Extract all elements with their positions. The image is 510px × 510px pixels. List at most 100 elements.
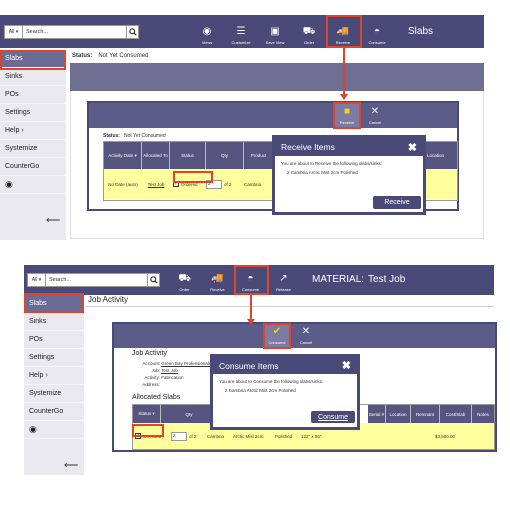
sliders-icon: ☰ <box>236 26 246 37</box>
close-icon: ✕ <box>370 106 380 117</box>
inner-cancel-button[interactable]: ✕ Cancel <box>294 324 318 348</box>
sidebar-item-settings[interactable]: Settings <box>0 104 66 122</box>
sidebar-item-settings[interactable]: Settings <box>24 349 84 367</box>
row-product: Cambria <box>244 181 262 187</box>
row-date: No Date (auto) <box>108 181 138 187</box>
slabs-highlight-2 <box>24 293 84 313</box>
sidebar-item-countergo[interactable]: CounterGo <box>0 158 66 176</box>
sidebar-item-sinks[interactable]: Sinks <box>0 68 66 86</box>
inner-toolbar: ■ Receive ✕ Cancel <box>89 103 457 128</box>
search-input[interactable]: Search... <box>23 29 126 35</box>
modal-receive-button[interactable]: Receive <box>373 196 421 209</box>
inner-cancel-button[interactable]: ✕ Cancel <box>363 103 387 128</box>
collapse-arrow-icon[interactable]: ⟵ <box>64 460 78 471</box>
search-input-2[interactable]: Search... <box>46 277 147 283</box>
cart-icon: ⛟ <box>178 273 191 284</box>
search-icon[interactable] <box>126 26 138 38</box>
save-view-button[interactable]: ▣ Save View <box>258 15 292 48</box>
sidebar-item-help[interactable]: Help › <box>24 367 84 385</box>
col-serial[interactable]: Serial # <box>368 405 386 423</box>
search-box-2[interactable]: All ▾ Search... <box>27 273 160 287</box>
modal-item: 2 Cambria Arctic Mist 2cm Polished <box>225 388 296 393</box>
close-icon[interactable]: ✖ <box>408 141 417 154</box>
modal-header: Consume Items ✖ <box>213 357 357 374</box>
order-button[interactable]: ⛟ Order <box>292 15 326 48</box>
inner-heading: Job Activity <box>132 350 168 357</box>
truck-icon: 🚚 <box>211 273 224 284</box>
inner-status-line: Status: Not Yet Consumed <box>103 133 166 139</box>
allocated-heading: Allocated Slabs <box>132 394 181 401</box>
bg-divider <box>86 306 494 307</box>
col-qty[interactable]: Qty <box>206 142 244 169</box>
user-icon[interactable]: ◉ <box>0 176 66 194</box>
row-size: 122" x 56" <box>301 433 322 439</box>
sidebar-item-pos[interactable]: POs <box>0 86 66 104</box>
views-button[interactable]: ◉ Views <box>190 15 224 48</box>
col-status[interactable]: Status ▾ <box>133 405 161 423</box>
customize-button[interactable]: ☰ Customize <box>224 15 258 48</box>
job-link[interactable]: Test Job <box>161 368 178 373</box>
inner-receive-highlight <box>333 102 361 129</box>
search-scope-select[interactable]: All ▾ <box>5 26 23 38</box>
consume-highlight <box>234 265 269 295</box>
account-link[interactable]: Green Bay Professionals <box>161 361 211 366</box>
allocated-header-left: Status ▾ Qty <box>133 405 218 423</box>
col-notes[interactable]: Notes <box>472 405 494 423</box>
user-icon[interactable]: ◉ <box>24 421 84 439</box>
row-color: Arctic Mist <box>233 433 254 439</box>
sidebar-item-countergo[interactable]: CounterGo <box>24 403 84 421</box>
modal-header: Receive Items ✖ <box>275 138 423 156</box>
status-line: Status: Not Yet Consumed <box>72 53 149 59</box>
arrow-head-2 <box>247 319 255 325</box>
release-button[interactable]: ↗ Release <box>267 265 300 295</box>
sidebar-item-sinks[interactable]: Sinks <box>24 313 84 331</box>
eye-icon: ◉ <box>202 26 212 37</box>
sidebar-item-help[interactable]: Help › <box>0 122 66 140</box>
qty-input[interactable]: 2 <box>171 431 187 441</box>
modal-text: You are about to Consume the following s… <box>219 379 324 384</box>
status-highlight <box>173 171 213 183</box>
search-icon[interactable] <box>147 274 159 286</box>
modal-title: Consume Items <box>219 360 279 371</box>
col-product[interactable]: Product <box>244 142 274 169</box>
inner-consume-highlight <box>263 323 291 349</box>
page-heading: Job Activity <box>88 295 129 304</box>
search-box[interactable]: All ▾ Search... <box>4 25 139 39</box>
status-highlight-2 <box>132 424 164 437</box>
job-details: Account: Green Bay Professionals Job: Te… <box>142 361 212 387</box>
col-status[interactable]: Status <box>170 142 206 169</box>
search-scope-select-2[interactable]: All ▾ <box>28 274 46 286</box>
inner-toolbar-2: ✔ Consume ✕ Cancel <box>114 324 495 348</box>
consume-button[interactable]: ◓ Consume <box>360 15 394 48</box>
modal-item: 2 Cambria Arctic Mist 2cm Polished <box>287 170 358 175</box>
panel-consume: All ▾ Search... ⛟ Order 🚚 Receive ◓ Consume… <box>0 262 510 510</box>
col-location[interactable]: Location <box>386 405 411 423</box>
row-thickness: 2cm <box>255 433 264 439</box>
close-icon[interactable]: ✖ <box>342 359 351 372</box>
col-cost[interactable]: Cost/Slab <box>440 405 472 423</box>
slabs-highlight <box>0 50 66 70</box>
modal-consume-button[interactable]: Consume <box>311 411 355 423</box>
arrow-line-2 <box>250 295 252 319</box>
collapse-arrow-icon[interactable]: ⟵ <box>46 215 60 226</box>
allocated-header-right: Serial # Location Remnant Cost/Slab Note… <box>368 405 494 423</box>
row-cost: $3,500.00 <box>434 433 455 439</box>
col-activity-date[interactable]: Activity Date ▾ <box>104 142 142 169</box>
cart-icon: ⛟ <box>302 26 316 37</box>
col-remnant[interactable]: Remnant <box>411 405 440 423</box>
sidebar-item-systemize[interactable]: Systemize <box>24 385 84 403</box>
row-finish: Polished <box>275 433 293 439</box>
receive-button-2[interactable]: 🚚 Receive <box>201 265 234 295</box>
arrow-line <box>343 48 345 94</box>
receive-highlight <box>326 15 362 48</box>
page-title-2: MATERIAL: Test Job <box>312 274 406 285</box>
order-button-2[interactable]: ⛟ Order <box>168 265 201 295</box>
close-icon: ✕ <box>301 326 311 337</box>
sidebar-item-pos[interactable]: POs <box>24 331 84 349</box>
consume-modal: Consume Items ✖ You are about to Consume… <box>210 354 360 430</box>
col-allocated[interactable]: Allocated To <box>142 142 170 169</box>
panel-receive: All ▾ Search... ◉ Views ☰ Customize ▣ Save … <box>0 15 510 245</box>
arrow-head <box>340 94 348 100</box>
row-allocated[interactable]: Test Job <box>142 182 170 187</box>
sidebar-item-systemize[interactable]: Systemize <box>0 140 66 158</box>
